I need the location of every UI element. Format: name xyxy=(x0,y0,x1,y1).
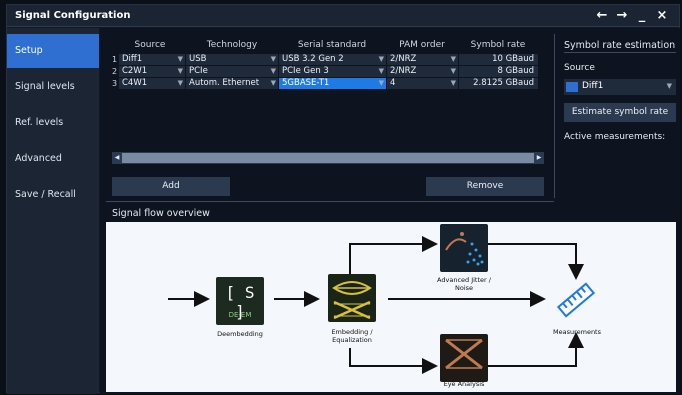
dropdown-icon: ▼ xyxy=(177,55,183,63)
row-number: 3 xyxy=(112,79,118,88)
source-label: Source xyxy=(564,63,595,73)
jitter-noise-label: Advanced Jitter / Noise xyxy=(437,276,491,292)
pam-order-cell[interactable]: 2/NRZ ▼ xyxy=(387,66,458,77)
dropdown-icon: ▼ xyxy=(450,55,456,63)
source-select-value: Diff1 xyxy=(582,81,604,91)
scroll-left-icon[interactable]: ◀ xyxy=(112,152,122,164)
dropdown-icon: ▼ xyxy=(378,55,384,63)
deembedding-label: Deembedding xyxy=(217,330,263,338)
estimate-symbol-rate-button[interactable]: Estimate symbol rate xyxy=(564,103,676,122)
dropdown-icon: ▼ xyxy=(378,67,384,75)
close-icon[interactable]: × xyxy=(653,7,671,25)
deembedding-block[interactable]: [ S ] DE-EM xyxy=(216,277,264,325)
eye-diagram-icon xyxy=(445,338,483,370)
source-value: C2W1 xyxy=(122,66,148,76)
flow-arrow xyxy=(486,243,584,280)
technology-cell[interactable]: PCIe ▼ xyxy=(186,66,278,77)
pam-order-cell[interactable]: 2/NRZ ▼ xyxy=(387,54,458,65)
dropdown-icon: ▼ xyxy=(666,82,672,90)
dropdown-icon: ▼ xyxy=(270,55,276,63)
deembedding-badge: DE-EM xyxy=(228,311,252,319)
serial-standard-cell-selected[interactable]: 5GBASE-T1 ▼ xyxy=(279,78,386,89)
remove-button[interactable]: Remove xyxy=(426,177,544,196)
signal-flow-title: Signal flow overview xyxy=(112,208,210,219)
source-chip-icon xyxy=(566,82,578,92)
row-number: 2 xyxy=(112,67,118,76)
source-cell[interactable]: C2W1 ▼ xyxy=(119,66,185,77)
row-number: 1 xyxy=(112,55,118,64)
signal-configuration-window: Signal Configuration ← → _ × Setup Signa… xyxy=(6,4,680,394)
flow-arrow xyxy=(349,348,438,374)
section-divider xyxy=(106,201,554,202)
embedding-eye-icon xyxy=(332,281,372,320)
minimize-icon[interactable]: _ xyxy=(633,7,651,25)
serial-standard-cell[interactable]: USB 3.2 Gen 2 ▼ xyxy=(279,54,386,65)
standard-value: PCIe Gen 3 xyxy=(282,66,329,76)
measurements-label: Measurements xyxy=(552,328,601,336)
source-select[interactable]: Diff1 ▼ xyxy=(564,79,676,95)
flow-arrow xyxy=(486,332,584,367)
technology-cell[interactable]: Autom. Ethernet ▼ xyxy=(186,78,278,89)
dropdown-icon: ▼ xyxy=(450,79,456,87)
pam-value: 4 xyxy=(390,78,396,88)
sidebar-item-save-recall[interactable]: Save / Recall xyxy=(7,178,99,212)
dropdown-icon: ▼ xyxy=(270,79,276,87)
jitter-icon xyxy=(445,232,484,266)
measurements-block[interactable] xyxy=(554,280,598,320)
measurements-icon xyxy=(556,282,596,318)
dropdown-icon: ▼ xyxy=(378,79,384,87)
symbol-rate-cell[interactable]: 2.8125 GBaud xyxy=(459,78,538,89)
dropdown-icon: ▼ xyxy=(177,79,183,87)
col-header-technology: Technology xyxy=(206,40,258,50)
dropdown-icon: ▼ xyxy=(450,67,456,75)
flow-arrow xyxy=(349,236,438,274)
arrow-left-icon[interactable]: ← xyxy=(593,7,611,25)
embedding-block[interactable] xyxy=(328,274,376,322)
scroll-thumb[interactable] xyxy=(122,153,534,163)
col-header-pam-order: PAM order xyxy=(399,40,445,50)
active-measurements-label: Active measurements: xyxy=(564,132,666,142)
source-cell[interactable]: Diff1 ▼ xyxy=(119,54,185,65)
col-header-source: Source xyxy=(134,40,166,50)
col-header-symbol-rate: Symbol rate xyxy=(470,40,526,50)
symbol-rate-cell[interactable]: 10 GBaud xyxy=(459,54,538,65)
panel-divider xyxy=(554,34,555,198)
col-header-serial-standard: Serial standard xyxy=(297,40,367,50)
sidebar-item-advanced[interactable]: Advanced xyxy=(7,142,99,176)
technology-value: USB xyxy=(189,54,207,64)
scroll-right-icon[interactable]: ▶ xyxy=(534,152,544,164)
estimation-underline xyxy=(564,52,676,53)
setup-panel: Source Technology Serial standard PAM or… xyxy=(100,28,680,394)
eye-analysis-block[interactable] xyxy=(440,334,488,382)
dropdown-icon: ▼ xyxy=(270,67,276,75)
source-cell[interactable]: C4W1 ▼ xyxy=(119,78,185,89)
signal-flow-diagram: [ S ] DE-EM Deembedding Embedding / Equa… xyxy=(106,222,676,392)
standard-value: USB 3.2 Gen 2 xyxy=(282,54,344,64)
serial-standard-cell[interactable]: PCIe Gen 3 ▼ xyxy=(279,66,386,77)
title-bar: Signal Configuration ← → _ × xyxy=(7,5,679,27)
jitter-noise-block[interactable] xyxy=(440,224,488,272)
eye-analysis-label: Eye Analysis xyxy=(443,380,485,388)
technology-cell[interactable]: USB ▼ xyxy=(186,54,278,65)
sidebar-item-ref-levels[interactable]: Ref. levels xyxy=(7,106,99,140)
add-button[interactable]: Add xyxy=(112,177,230,196)
technology-value: Autom. Ethernet xyxy=(189,78,260,88)
source-value: C4W1 xyxy=(122,78,148,88)
dropdown-icon: ▼ xyxy=(177,67,183,75)
sidebar-item-setup[interactable]: Setup xyxy=(7,34,99,68)
standard-value: 5GBASE-T1 xyxy=(282,78,330,88)
arrow-right-icon[interactable]: → xyxy=(613,7,631,25)
sidebar-item-signal-levels[interactable]: Signal levels xyxy=(7,70,99,104)
embedding-label: Embedding / Equalization xyxy=(331,328,373,344)
pam-order-cell[interactable]: 4 ▼ xyxy=(387,78,458,89)
symbol-rate-cell[interactable]: 8 GBaud xyxy=(459,66,538,77)
sidebar: Setup Signal levels Ref. levels Advanced… xyxy=(7,28,99,394)
source-value: Diff1 xyxy=(122,54,143,64)
table-scrollbar[interactable]: ◀ ▶ xyxy=(112,152,544,164)
estimation-title: Symbol rate estimation xyxy=(564,40,676,51)
pam-value: 2/NRZ xyxy=(390,66,417,76)
window-title: Signal Configuration xyxy=(15,10,131,21)
pam-value: 2/NRZ xyxy=(390,54,417,64)
technology-value: PCIe xyxy=(189,66,208,76)
